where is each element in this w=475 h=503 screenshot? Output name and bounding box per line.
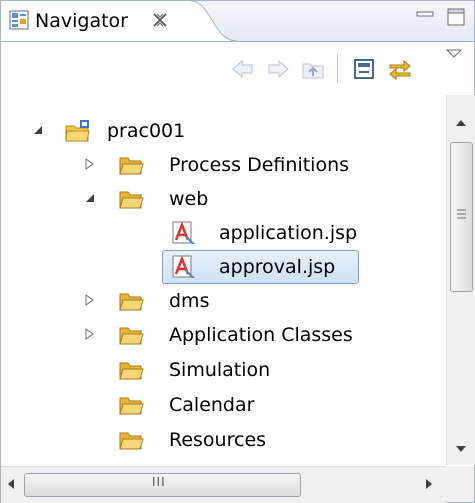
- folder-icon: [119, 397, 144, 415]
- tab-edge: [191, 1, 237, 41]
- tree-item-label: Application Classes: [169, 324, 353, 346]
- tree-item-folder[interactable]: web: [1, 181, 445, 217]
- project-folder-icon: [65, 120, 90, 142]
- jsp-file-icon: [172, 221, 195, 244]
- tree-item-folder[interactable]: Simulation: [1, 352, 445, 388]
- tree-item-folder[interactable]: Calendar: [1, 387, 445, 423]
- thumb-grip-icon: [457, 209, 466, 219]
- tree-item-label: Calendar: [169, 394, 255, 416]
- tree-item-label: application.jsp: [219, 222, 358, 244]
- tree-item-folder[interactable]: Resources: [1, 422, 445, 458]
- collapsed-twisty-icon[interactable]: [83, 157, 97, 171]
- horizontal-scroll-thumb[interactable]: III: [24, 473, 301, 497]
- folder-icon: [119, 432, 144, 450]
- up-folder-icon[interactable]: [300, 56, 326, 82]
- tree-item-label: dms: [169, 290, 210, 312]
- tab-title: Navigator: [35, 10, 128, 32]
- scroll-up-arrow-icon[interactable]: [455, 119, 467, 127]
- tree-item-label: Simulation: [169, 359, 271, 381]
- navigator-view: Navigator prac001 Process Definitions we…: [0, 0, 475, 503]
- tree-item-label: approval.jsp: [219, 256, 336, 278]
- jsp-file-icon: [172, 255, 195, 278]
- tree-item-label: prac001: [107, 120, 186, 142]
- folder-icon: [119, 362, 144, 380]
- tree-item-label: Process Definitions: [169, 154, 350, 176]
- tree-item-folder[interactable]: Application Classes: [1, 317, 445, 353]
- tree-item-file[interactable]: application.jsp: [1, 215, 445, 251]
- folder-icon: [119, 293, 144, 311]
- toolbar-separator: [337, 54, 338, 84]
- back-arrow-icon[interactable]: [230, 56, 256, 82]
- collapsed-twisty-icon[interactable]: [83, 327, 97, 341]
- folder-icon: [119, 327, 144, 345]
- tree-item-folder[interactable]: dms: [1, 283, 445, 319]
- view-menu-icon[interactable]: [444, 44, 464, 64]
- minimize-icon[interactable]: [414, 6, 436, 28]
- horizontal-scrollbar[interactable]: III: [1, 466, 446, 503]
- link-with-editor-icon[interactable]: [387, 56, 413, 82]
- navigator-icon: [9, 10, 29, 30]
- folder-icon: [119, 191, 144, 209]
- view-toolbar: [1, 42, 474, 94]
- tree-item-label: web: [169, 188, 209, 210]
- close-icon[interactable]: [151, 11, 169, 29]
- collapse-all-icon[interactable]: [351, 56, 377, 82]
- thumb-grip: III: [152, 475, 166, 489]
- maximize-icon[interactable]: [445, 6, 467, 28]
- forward-arrow-icon[interactable]: [265, 56, 291, 82]
- scroll-right-arrow-icon[interactable]: [425, 478, 433, 490]
- tree-item-project[interactable]: prac001: [1, 113, 445, 149]
- resource-tree: prac001 Process Definitions web applicat…: [1, 95, 445, 465]
- scrollbar-corner: [446, 466, 474, 502]
- expanded-twisty-icon[interactable]: [83, 191, 97, 205]
- view-title-bar: Navigator: [1, 1, 474, 42]
- collapsed-twisty-icon[interactable]: [83, 293, 97, 307]
- vertical-scroll-thumb[interactable]: [450, 142, 473, 292]
- tree-item-file-selected[interactable]: approval.jsp: [1, 249, 445, 285]
- navigator-tab[interactable]: Navigator: [1, 1, 192, 41]
- scroll-down-arrow-icon[interactable]: [455, 445, 467, 453]
- folder-icon: [119, 157, 144, 175]
- vertical-scrollbar[interactable]: [446, 95, 475, 465]
- scroll-left-arrow-icon[interactable]: [7, 478, 15, 490]
- expanded-twisty-icon[interactable]: [31, 123, 45, 137]
- tree-item-label: Resources: [169, 429, 267, 451]
- tree-item-folder[interactable]: Process Definitions: [1, 147, 445, 183]
